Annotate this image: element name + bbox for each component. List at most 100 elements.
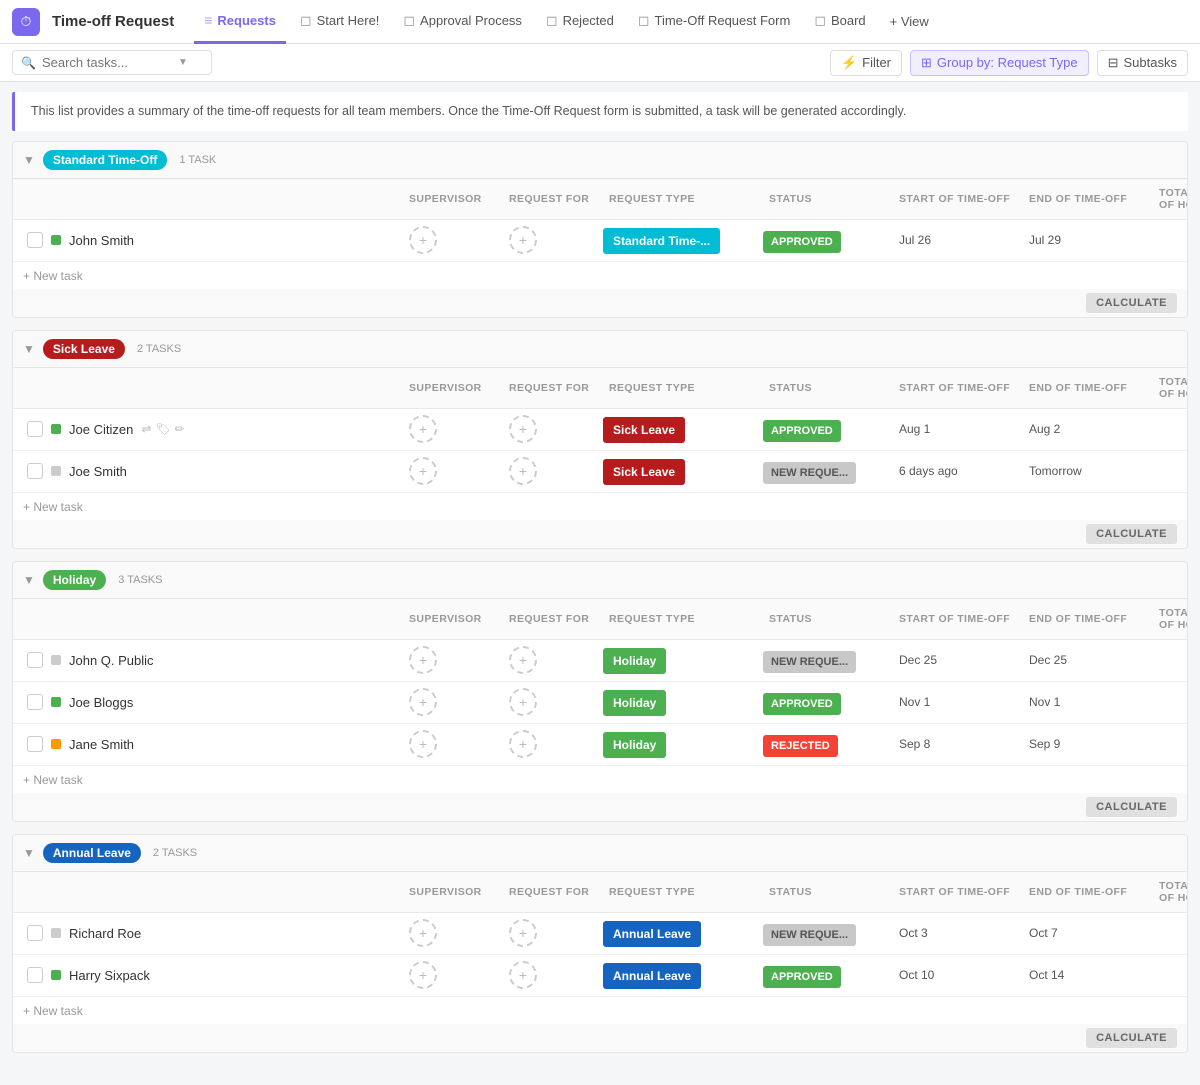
group-toggle-sick[interactable]: ▼ <box>23 342 35 356</box>
col-start: START OF TIME-OFF <box>893 609 1023 629</box>
supervisor-cell: + <box>403 226 503 254</box>
supervisor-avatar[interactable]: + <box>409 688 437 716</box>
request-for-avatar[interactable]: + <box>509 730 537 758</box>
calculate-button[interactable]: CALCULATE <box>1086 293 1177 313</box>
filter-button[interactable]: ⚡ Filter <box>830 50 902 76</box>
request-for-avatar[interactable]: + <box>509 457 537 485</box>
col-end: END OF TIME-OFF <box>1023 378 1153 398</box>
dependency-icon[interactable]: ⇌ <box>141 422 151 436</box>
col-request-type: REQUEST TYPE <box>603 882 763 902</box>
tag-icon[interactable]: 🏷 <box>155 422 170 436</box>
supervisor-avatar[interactable]: + <box>409 415 437 443</box>
col-supervisor: SUPERVISOR <box>403 609 503 629</box>
supervisor-avatar[interactable]: + <box>409 730 437 758</box>
request-for-avatar[interactable]: + <box>509 961 537 989</box>
table-row: Jane Smith + + Holiday REJECTED Sep 8 Se… <box>13 724 1187 766</box>
task-color-dot <box>51 697 61 707</box>
status-badge: APPROVED <box>763 231 841 253</box>
task-checkbox[interactable] <box>27 694 43 710</box>
new-task-button[interactable]: + New task <box>23 773 83 787</box>
nav-tab-rejected[interactable]: ◻ Rejected <box>536 0 624 44</box>
table-row: John Smith + + Standard Time-... APPROVE… <box>13 220 1187 262</box>
request-type-badge: Annual Leave <box>603 921 701 947</box>
task-checkbox[interactable] <box>27 925 43 941</box>
calculate-button[interactable]: CALCULATE <box>1086 1028 1177 1048</box>
col-task <box>23 615 403 623</box>
subtasks-button[interactable]: ⊟ Subtasks <box>1097 50 1188 76</box>
calculate-button[interactable]: CALCULATE <box>1086 524 1177 544</box>
top-nav: ⏱ Time-off Request ≡ Requests ◻ Start He… <box>0 0 1200 44</box>
search-input[interactable] <box>42 55 172 70</box>
status-cell: APPROVED <box>763 233 893 248</box>
status-badge: APPROVED <box>763 420 841 442</box>
task-checkbox[interactable] <box>27 736 43 752</box>
request-for-cell: + <box>503 961 603 989</box>
task-checkbox[interactable] <box>27 232 43 248</box>
supervisor-avatar[interactable]: + <box>409 226 437 254</box>
request-for-avatar[interactable]: + <box>509 688 537 716</box>
request-for-avatar[interactable]: + <box>509 646 537 674</box>
new-task-button[interactable]: + New task <box>23 1004 83 1018</box>
col-start: START OF TIME-OFF <box>893 882 1023 902</box>
request-type-cell: Holiday <box>603 653 763 668</box>
nav-tab-form[interactable]: ◻ Time-Off Request Form <box>628 0 800 44</box>
task-name-cell: John Smith <box>23 226 403 254</box>
status-cell: APPROVED <box>763 422 893 437</box>
add-view-button[interactable]: + View <box>880 14 939 29</box>
table-row: Harry Sixpack + + Annual Leave APPROVED … <box>13 955 1187 997</box>
group-toggle-holiday[interactable]: ▼ <box>23 573 35 587</box>
search-box[interactable]: 🔍 ▼ <box>12 50 212 75</box>
request-type-cell: Standard Time-... <box>603 233 763 248</box>
col-status: STATUS <box>763 882 893 902</box>
task-checkbox[interactable] <box>27 967 43 983</box>
col-status: STATUS <box>763 378 893 398</box>
col-request-type: REQUEST TYPE <box>603 609 763 629</box>
new-task-button[interactable]: + New task <box>23 269 83 283</box>
supervisor-cell: + <box>403 688 503 716</box>
task-color-dot <box>51 655 61 665</box>
task-name: Joe Bloggs <box>69 695 133 710</box>
nav-tab-approval[interactable]: ◻ Approval Process <box>393 0 532 44</box>
end-date-cell: Sep 9 <box>1023 737 1153 751</box>
rejected-icon: ◻ <box>546 12 558 29</box>
edit-icon[interactable]: ✏ <box>175 422 185 436</box>
task-name-cell: Joe Bloggs <box>23 688 403 716</box>
task-name: John Q. Public <box>69 653 154 668</box>
request-for-avatar[interactable]: + <box>509 226 537 254</box>
task-name: Joe Smith <box>69 464 127 479</box>
request-for-avatar[interactable]: + <box>509 415 537 443</box>
request-for-cell: + <box>503 415 603 443</box>
task-color-dot <box>51 466 61 476</box>
nav-tab-requests[interactable]: ≡ Requests <box>194 0 286 44</box>
supervisor-avatar[interactable]: + <box>409 961 437 989</box>
supervisor-avatar[interactable]: + <box>409 919 437 947</box>
group-sick: ▼ Sick Leave 2 TASKS SUPERVISOR REQUEST … <box>12 330 1188 549</box>
request-for-avatar[interactable]: + <box>509 919 537 947</box>
task-name: Jane Smith <box>69 737 134 752</box>
calculate-button[interactable]: CALCULATE <box>1086 797 1177 817</box>
task-checkbox[interactable] <box>27 652 43 668</box>
nav-tab-board[interactable]: ◻ Board <box>804 0 875 44</box>
task-checkbox[interactable] <box>27 421 43 437</box>
col-status: STATUS <box>763 609 893 629</box>
group-annual: ▼ Annual Leave 2 TASKS SUPERVISOR REQUES… <box>12 834 1188 1053</box>
new-task-button[interactable]: + New task <box>23 500 83 514</box>
nav-tab-start-here[interactable]: ◻ Start Here! <box>290 0 389 44</box>
supervisor-cell: + <box>403 961 503 989</box>
supervisor-avatar[interactable]: + <box>409 646 437 674</box>
request-for-cell: + <box>503 457 603 485</box>
request-type-badge: Sick Leave <box>603 417 685 443</box>
supervisor-avatar[interactable]: + <box>409 457 437 485</box>
group-task-count-annual: 2 TASKS <box>153 847 197 859</box>
request-type-badge: Holiday <box>603 732 666 758</box>
app-title: Time-off Request <box>52 13 174 30</box>
status-cell: NEW REQUE... <box>763 653 893 668</box>
group-by-button[interactable]: ⊞ Group by: Request Type <box>910 50 1089 76</box>
total-hours-cell: 2 Days <box>1153 422 1188 436</box>
task-checkbox[interactable] <box>27 463 43 479</box>
group-label-holiday: Holiday <box>43 570 106 590</box>
group-toggle-standard[interactable]: ▼ <box>23 153 35 167</box>
status-badge: APPROVED <box>763 966 841 988</box>
approval-icon: ◻ <box>403 12 415 29</box>
group-toggle-annual[interactable]: ▼ <box>23 846 35 860</box>
